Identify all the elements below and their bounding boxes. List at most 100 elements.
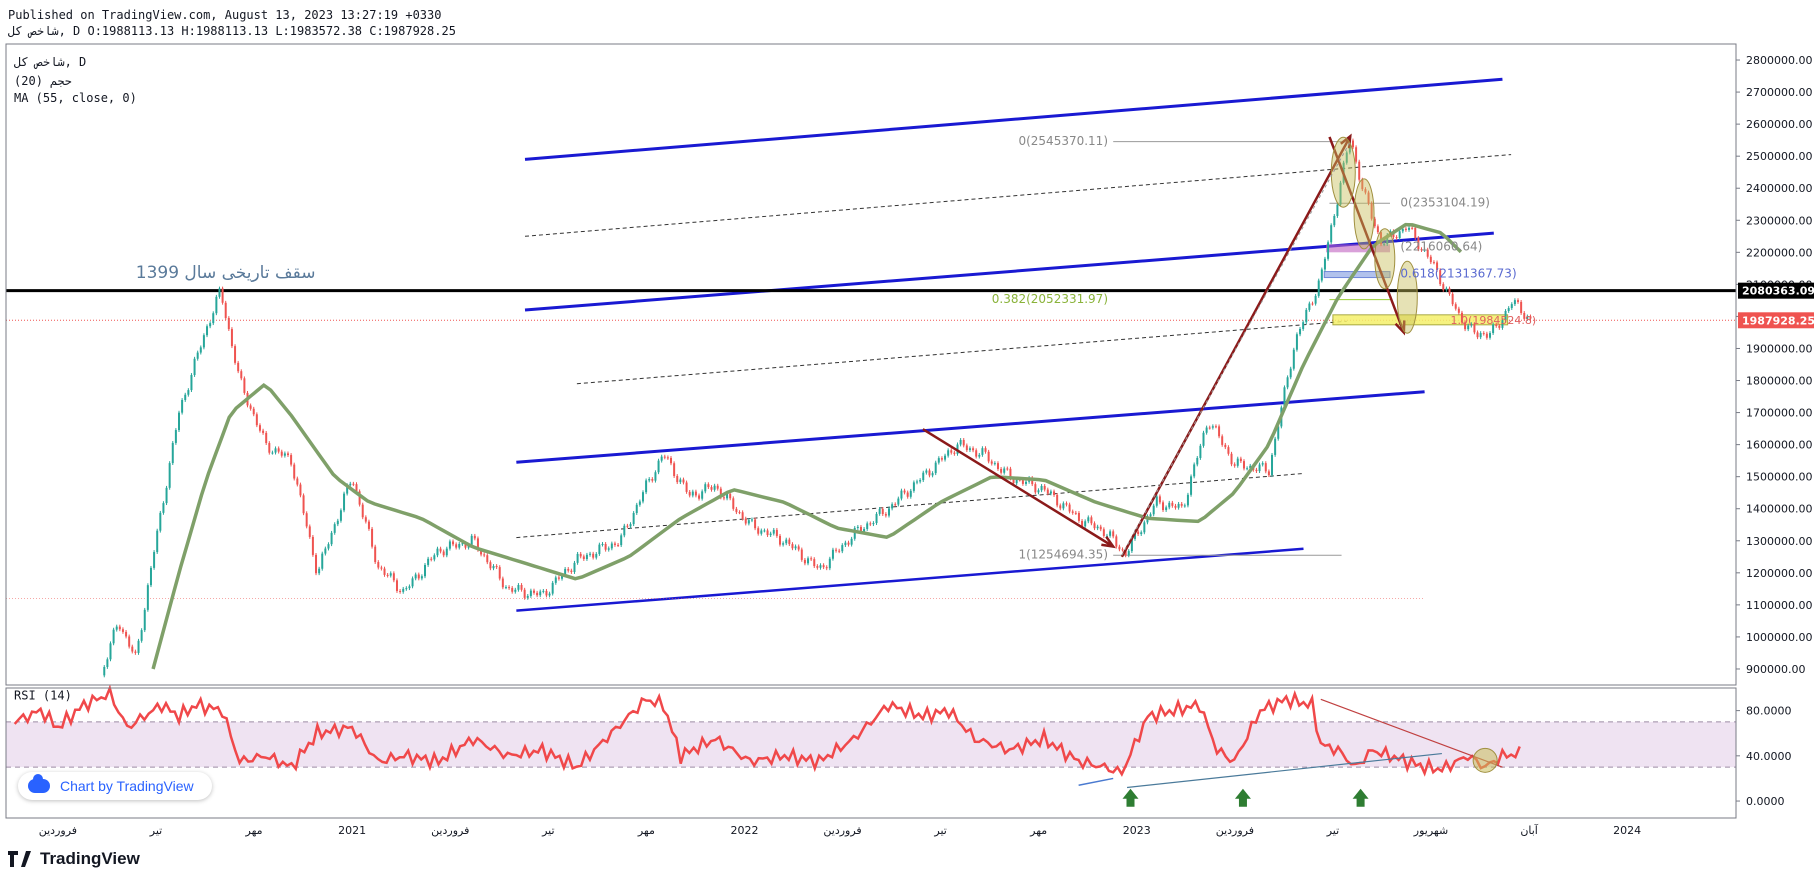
candle-body xyxy=(582,556,585,560)
candle-body xyxy=(1162,502,1165,511)
candle-body xyxy=(741,512,744,519)
candle-body xyxy=(495,566,498,568)
candle-body xyxy=(841,545,844,552)
candle-body xyxy=(996,463,999,469)
chart-by-tradingview-badge[interactable]: Chart by TradingView xyxy=(18,772,212,800)
candle-body xyxy=(1109,531,1112,536)
candle-body xyxy=(1074,512,1077,514)
candle-body xyxy=(532,590,535,593)
candle-body xyxy=(1155,496,1158,506)
price-tick-label: 1100000.00 xyxy=(1746,599,1812,612)
candle-body xyxy=(1186,494,1189,506)
candle-body xyxy=(891,504,894,509)
candle-body xyxy=(813,559,816,567)
candle-body xyxy=(159,512,162,531)
candle-body xyxy=(227,318,230,330)
candle-body xyxy=(775,529,778,536)
candle-body xyxy=(838,550,841,552)
candle-body xyxy=(570,570,573,573)
candle-body xyxy=(797,546,800,550)
candle-body xyxy=(424,564,427,577)
price-tick-label: 1300000.00 xyxy=(1746,535,1812,548)
rsi-title: RSI (14) xyxy=(14,688,72,702)
candle-body xyxy=(224,302,227,319)
candle-body xyxy=(990,461,993,464)
candle-body xyxy=(950,450,953,453)
candle-body xyxy=(311,536,314,555)
candle-body xyxy=(392,573,395,581)
channel-lower-bottom xyxy=(516,547,1304,612)
candle-body xyxy=(779,535,782,545)
candle-body xyxy=(1451,293,1454,305)
candle-body xyxy=(1513,300,1516,305)
tradingview-logo-text: TradingView xyxy=(40,849,140,868)
candle-body xyxy=(1062,503,1065,509)
candle-body xyxy=(962,439,965,446)
candle-body xyxy=(318,568,321,574)
candle-body xyxy=(149,567,152,586)
candle-body xyxy=(1183,505,1186,507)
candle-body xyxy=(1289,368,1292,378)
candle-body xyxy=(548,593,551,596)
candle-body xyxy=(1395,237,1398,239)
candle-body xyxy=(206,326,209,336)
rsi-buy-arrow-1 xyxy=(1122,788,1139,807)
candle-body xyxy=(349,483,352,486)
candle-body xyxy=(887,508,890,516)
candle-body xyxy=(1333,215,1336,226)
candle-body xyxy=(691,491,694,496)
candle-body xyxy=(978,454,981,457)
candle-body xyxy=(489,562,492,569)
candle-body xyxy=(679,479,682,483)
candle-body xyxy=(676,476,679,483)
candle-body xyxy=(878,508,881,514)
price-tick-label: 2600000.00 xyxy=(1746,118,1812,131)
candle-body xyxy=(1158,496,1161,503)
candle-body xyxy=(670,457,673,464)
candle-body xyxy=(1255,469,1258,472)
candle-body xyxy=(903,490,906,493)
candle-body xyxy=(1295,334,1298,350)
candle-body xyxy=(701,491,704,499)
chart-canvas[interactable]: 2800000.00 2700000.00 2600000.00 2500000.00… xyxy=(0,0,1814,875)
candle-body xyxy=(682,479,685,483)
candle-body xyxy=(305,513,308,527)
tradingview-logo[interactable]: TradingView xyxy=(8,849,140,869)
candle-body xyxy=(1445,288,1448,290)
candle-body xyxy=(847,542,850,545)
candle-body xyxy=(339,510,342,521)
candle-body xyxy=(1236,458,1239,466)
candle-body xyxy=(1137,531,1140,535)
candle-body xyxy=(1404,228,1407,230)
candle-body xyxy=(237,362,240,372)
candle-body xyxy=(610,543,613,549)
candle-body xyxy=(492,566,495,569)
candle-body xyxy=(1118,546,1121,550)
candle-body xyxy=(1049,491,1052,494)
candle-body xyxy=(215,296,218,314)
candle-body xyxy=(1454,304,1457,309)
candle-body xyxy=(121,629,124,632)
candle-body xyxy=(579,553,582,557)
candle-body xyxy=(240,371,243,379)
candle-body xyxy=(953,452,956,454)
candle-body xyxy=(1168,502,1171,508)
candle-body xyxy=(118,626,121,630)
candle-body xyxy=(716,485,719,489)
candle-body xyxy=(766,530,769,536)
price-tick-label: 1400000.00 xyxy=(1746,503,1812,516)
candle-body xyxy=(729,493,732,499)
candle-body xyxy=(1376,226,1379,233)
price-tick-label: 900000.00 xyxy=(1746,663,1806,676)
candle-body xyxy=(1320,269,1323,281)
candle-body xyxy=(283,453,286,456)
candle-body xyxy=(1261,463,1264,465)
candle-body xyxy=(763,530,766,532)
candle-body xyxy=(567,568,570,571)
candle-body xyxy=(595,553,598,558)
candle-body xyxy=(760,530,763,534)
candle-body xyxy=(1286,377,1289,388)
candle-body xyxy=(146,585,149,610)
candle-body xyxy=(947,450,950,456)
candle-body xyxy=(452,541,455,545)
